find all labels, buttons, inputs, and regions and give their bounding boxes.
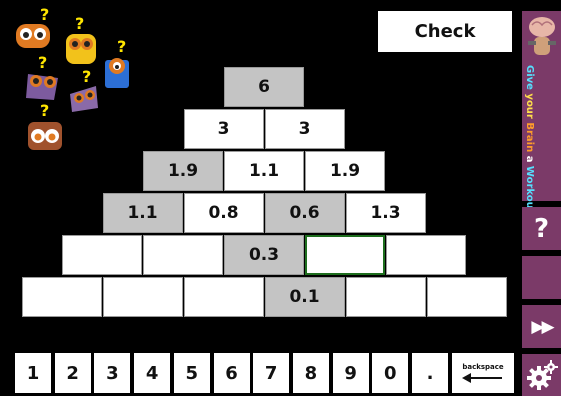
blank-button[interactable] — [522, 256, 561, 299]
promo-word: Brain — [524, 122, 535, 156]
help-button[interactable]: ? — [522, 207, 561, 250]
arrow-left-icon — [462, 372, 502, 383]
keypad-key-2[interactable]: 2 — [54, 353, 91, 393]
help-label: ? — [533, 213, 550, 244]
answer-cell[interactable]: 1.9 — [305, 151, 385, 191]
promo-word: a — [524, 155, 535, 166]
answer-cell[interactable] — [426, 277, 507, 317]
svg-text:?: ? — [40, 102, 49, 120]
given-cell: 0.3 — [224, 235, 304, 275]
keypad-key-1[interactable]: 1 — [15, 353, 51, 393]
answer-cell[interactable]: 3 — [264, 109, 345, 149]
promo-banner[interactable]: Give your Brain a Workout — [522, 11, 561, 214]
monster-icon: ? — [28, 102, 62, 150]
monster-icon: ? — [66, 14, 96, 64]
answer-cell[interactable] — [102, 277, 183, 317]
svg-text:?: ? — [117, 37, 126, 56]
backspace-key[interactable]: backspace — [452, 353, 514, 393]
keypad-key-9[interactable]: 9 — [332, 353, 369, 393]
answer-cell[interactable]: 3 — [183, 109, 264, 149]
answer-cell[interactable]: 1.3 — [345, 193, 426, 233]
keypad-key-8[interactable]: 8 — [292, 353, 329, 393]
svg-text:?: ? — [82, 68, 91, 86]
keypad-key-6[interactable]: 6 — [213, 353, 250, 393]
skip-button[interactable]: ▶▶ — [522, 305, 561, 348]
monster-icon: ? — [26, 54, 58, 100]
answer-cell[interactable]: 1.1 — [224, 151, 304, 191]
gear-icon — [526, 360, 558, 390]
answer-cell[interactable]: 0.8 — [183, 193, 264, 233]
svg-text:?: ? — [40, 6, 49, 24]
monster-icon: ? — [105, 37, 129, 88]
promo-word: your — [524, 93, 535, 123]
keypad-key-5[interactable]: 5 — [173, 353, 210, 393]
given-cell: 6 — [224, 67, 304, 107]
answer-cell[interactable] — [345, 277, 426, 317]
answer-cell[interactable] — [183, 277, 264, 317]
given-cell: 1.1 — [102, 193, 183, 233]
given-cell: 0.1 — [264, 277, 345, 317]
settings-button[interactable] — [522, 354, 561, 396]
given-cell: 1.9 — [143, 151, 223, 191]
keypad-key-0[interactable]: 0 — [372, 353, 409, 393]
keypad-key-3[interactable]: 3 — [94, 353, 131, 393]
svg-text:?: ? — [75, 14, 84, 33]
answer-cell[interactable] — [21, 277, 102, 317]
answer-cell[interactable] — [386, 235, 466, 275]
skip-icon: ▶▶ — [531, 316, 554, 337]
answer-cell[interactable] — [143, 235, 223, 275]
promo-word: Give — [524, 65, 535, 94]
selected-answer-cell[interactable] — [305, 235, 385, 275]
promo-title: Give your Brain a Workout — [524, 65, 535, 214]
monster-icon: ? — [16, 6, 50, 48]
backspace-label: backspace — [462, 362, 504, 371]
keypad-key-4[interactable]: 4 — [134, 353, 171, 393]
keypad-key-7[interactable]: 7 — [253, 353, 290, 393]
brain-mascot-icon — [528, 17, 556, 55]
keypad-key-decimal[interactable]: . — [412, 353, 448, 393]
svg-text:?: ? — [38, 54, 47, 72]
check-button[interactable]: Check — [378, 11, 512, 52]
given-cell: 0.6 — [264, 193, 345, 233]
answer-cell[interactable] — [62, 235, 142, 275]
monster-icon: ? — [70, 68, 98, 112]
